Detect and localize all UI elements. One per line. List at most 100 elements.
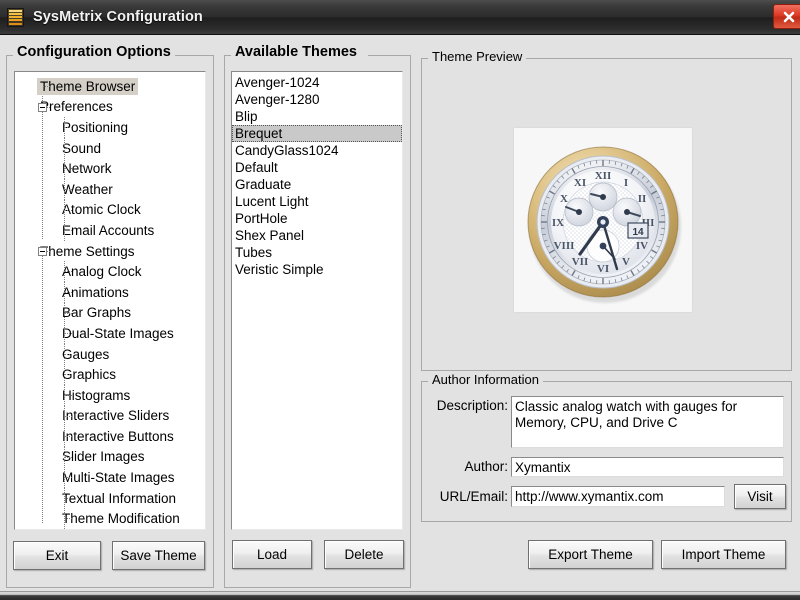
theme-list-item[interactable]: Graduate	[232, 176, 402, 193]
tree-connector	[65, 209, 73, 211]
tree-item-label: Dual-State Images	[62, 325, 174, 341]
tree-item-email-accounts[interactable]: Email Accounts	[15, 220, 205, 242]
theme-list-item[interactable]: CandyGlass1024	[232, 142, 402, 159]
import-theme-button[interactable]: Import Theme	[661, 540, 786, 569]
tree-item-graphics[interactable]: Graphics	[15, 364, 205, 386]
tree-item-textual-information[interactable]: Textual Information	[15, 487, 205, 509]
tree-connector	[65, 230, 73, 232]
visit-button[interactable]: Visit	[734, 484, 786, 509]
tree-child-trunk	[64, 508, 65, 529]
url-email-label: URL/Email:	[439, 489, 508, 504]
tree-connector	[43, 86, 51, 87]
tree-child-trunk	[64, 405, 65, 427]
tree-child-trunk	[64, 364, 65, 386]
sysmetrix-configuration-window: SysMetrix Configuration Configuration Op…	[0, 0, 800, 600]
tree-item-theme-browser[interactable]: Theme Browser	[15, 76, 205, 97]
svg-text:VI: VI	[597, 263, 609, 275]
theme-list-item[interactable]: Veristic Simple	[232, 261, 402, 278]
theme-list-item[interactable]: Lucent Light	[232, 193, 402, 210]
tree-collapse-icon[interactable]	[38, 246, 47, 256]
svg-text:IV: IV	[636, 240, 648, 252]
tree-child-trunk	[64, 117, 65, 139]
tree-connector	[65, 188, 73, 190]
tree-connector	[65, 271, 73, 273]
close-icon[interactable]	[773, 4, 800, 29]
tree-item-gauges[interactable]: Gauges	[15, 343, 205, 365]
tree-connector	[65, 353, 73, 355]
description-field[interactable]: Classic analog watch with gauges for Mem…	[511, 396, 784, 448]
theme-preview-title: Theme Preview	[428, 49, 527, 64]
author-label: Author:	[464, 459, 508, 474]
tree-item-interactive-buttons[interactable]: Interactive Buttons	[15, 426, 205, 448]
tree-item-label: Multi-State Images	[62, 470, 175, 486]
tree-connector	[65, 415, 73, 417]
theme-list-item[interactable]: Avenger-1024	[232, 74, 402, 91]
svg-text:IX: IX	[552, 217, 564, 229]
configuration-tree[interactable]: Theme Browser Preferences Positioning Sound…	[14, 71, 206, 530]
tree-item-label: Interactive Sliders	[62, 408, 170, 424]
theme-list-item[interactable]: Brequet	[232, 125, 402, 142]
tree-item-weather[interactable]: Weather	[15, 178, 205, 200]
tree-item-atomic-clock[interactable]: Atomic Clock	[15, 199, 205, 221]
export-theme-button[interactable]: Export Theme	[528, 540, 653, 569]
tree-child-trunk	[64, 178, 65, 200]
url-email-field[interactable]: http://www.xymantix.com	[511, 486, 725, 507]
exit-button[interactable]: Exit	[13, 541, 101, 570]
tree-child-trunk	[64, 384, 65, 406]
tree-item-theme-settings[interactable]: Theme Settings	[15, 241, 205, 262]
tree-item-animations[interactable]: Animations	[15, 281, 205, 303]
theme-list-item[interactable]: PortHole	[232, 210, 402, 227]
description-label: Description:	[436, 398, 508, 413]
tree-node-list: Theme Browser Preferences Positioning Sound…	[15, 76, 205, 529]
tree-connector	[65, 312, 73, 314]
tree-item-analog-clock[interactable]: Analog Clock	[15, 261, 205, 283]
tree-collapse-icon[interactable]	[38, 102, 47, 112]
tree-connector	[65, 518, 73, 520]
tree-connector	[65, 436, 73, 438]
configuration-options-title: Configuration Options	[13, 44, 175, 60]
theme-list-item[interactable]: Tubes	[232, 244, 402, 261]
theme-preview-image: XII I II III IV V VI VII VIII IX X XI	[514, 128, 692, 312]
tree-connector	[65, 147, 73, 149]
svg-text:V: V	[622, 256, 630, 268]
theme-list-item[interactable]: Default	[232, 159, 402, 176]
tree-child-trunk	[64, 199, 65, 221]
theme-list-item[interactable]: Avenger-1280	[232, 91, 402, 108]
tree-connector	[65, 394, 73, 396]
tree-child-trunk	[64, 137, 65, 159]
tree-item-bar-graphs[interactable]: Bar Graphs	[15, 302, 205, 324]
tree-item-histograms[interactable]: Histograms	[15, 384, 205, 406]
tree-connector	[65, 168, 73, 170]
title-bar: SysMetrix Configuration	[0, 0, 800, 35]
tree-child-trunk	[64, 467, 65, 489]
tree-item-label: Theme Modification	[62, 511, 180, 527]
available-themes-title: Available Themes	[231, 44, 361, 60]
tree-item-theme-modification[interactable]: Theme Modification	[15, 508, 205, 529]
tree-item-sound[interactable]: Sound	[15, 137, 205, 159]
tree-item-interactive-sliders[interactable]: Interactive Sliders	[15, 405, 205, 427]
theme-list-item[interactable]: Blip	[232, 108, 402, 125]
tree-item-dual-state-images[interactable]: Dual-State Images	[15, 323, 205, 345]
tree-item-network[interactable]: Network	[15, 158, 205, 180]
tree-child-trunk	[64, 220, 65, 242]
tree-child-trunk	[64, 158, 65, 180]
window-bottom-edge	[0, 591, 800, 600]
tree-child-trunk	[64, 446, 65, 468]
svg-text:XI: XI	[574, 177, 586, 189]
theme-list-item[interactable]: Shex Panel	[232, 227, 402, 244]
svg-text:VII: VII	[572, 256, 589, 268]
svg-text:II: II	[638, 193, 647, 205]
tree-item-positioning[interactable]: Positioning	[15, 117, 205, 139]
save-theme-button[interactable]: Save Theme	[112, 541, 205, 570]
delete-button[interactable]: Delete	[324, 540, 404, 569]
tree-connector	[65, 374, 73, 376]
tree-item-slider-images[interactable]: Slider Images	[15, 446, 205, 468]
tree-item-preferences[interactable]: Preferences	[15, 97, 205, 118]
tree-item-multi-state-images[interactable]: Multi-State Images	[15, 467, 205, 489]
load-button[interactable]: Load	[232, 540, 312, 569]
tree-connector	[65, 497, 73, 499]
author-field[interactable]: Xymantix	[511, 457, 784, 477]
tree-child-trunk	[64, 323, 65, 345]
tree-connector	[65, 456, 73, 458]
theme-listbox[interactable]: Avenger-1024 Avenger-1280 Blip Brequet Candy…	[231, 71, 403, 530]
